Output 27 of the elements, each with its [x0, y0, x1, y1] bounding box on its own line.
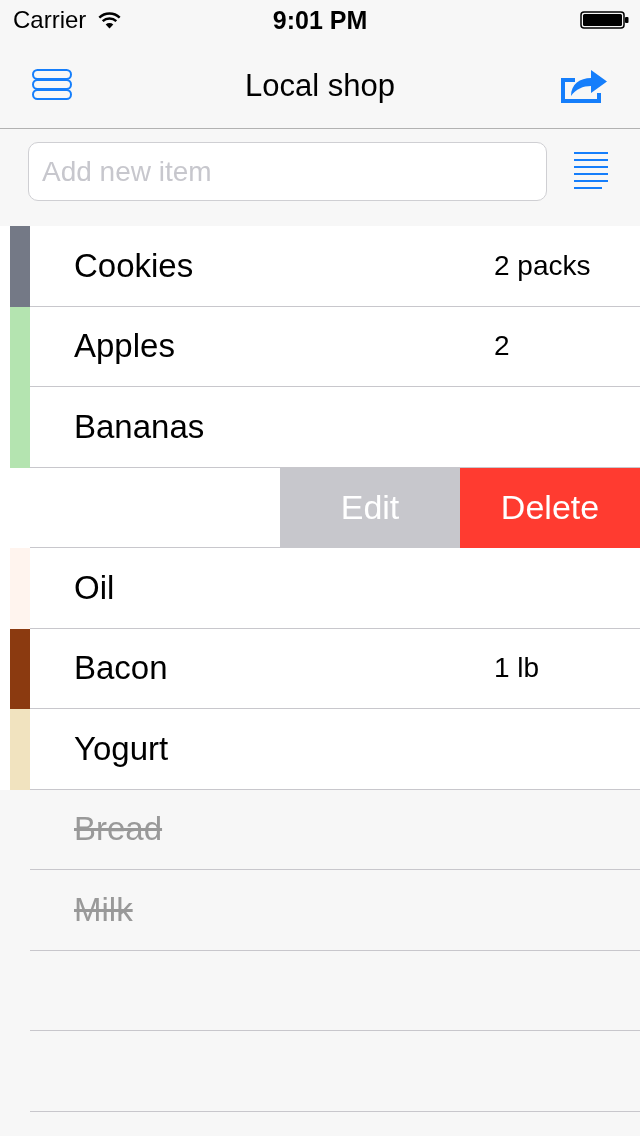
item-name: Bananas	[74, 406, 206, 447]
menu-icon[interactable]	[32, 68, 72, 100]
list-row[interactable]: Apples 2	[0, 306, 640, 387]
carrier-name: Carrier	[13, 6, 87, 34]
list-row[interactable]: Oil	[0, 548, 640, 629]
item-name: Apples	[74, 326, 176, 367]
list-row[interactable]: Bacon 1 lb	[0, 628, 640, 709]
item-name: Bacon	[74, 648, 169, 689]
battery-icon	[580, 11, 629, 29]
item-name: Milk	[74, 889, 133, 930]
new-item-field[interactable]: Add new item	[28, 142, 547, 201]
delete-button[interactable]: Delete	[460, 467, 640, 548]
screen-title: Local shop	[245, 68, 395, 104]
item-name: Cookies	[74, 245, 195, 286]
list-row[interactable]: Cookies 2 packs	[0, 226, 640, 307]
lines-icon[interactable]	[574, 152, 608, 189]
list-row[interactable]: Yogurt	[0, 709, 640, 790]
status-time: 9:01 PM	[272, 6, 368, 34]
item-quantity: 2 packs	[494, 249, 591, 281]
item-name: Bread	[74, 809, 163, 850]
item-name: Yogurt	[74, 728, 170, 769]
list-row[interactable]: Bananas	[0, 387, 640, 468]
item-name: Oil	[74, 567, 116, 608]
list-row[interactable]: Edit Delete	[0, 467, 640, 548]
item-quantity: 1 lb	[494, 652, 540, 684]
item-quantity: 2	[494, 330, 510, 362]
wifi-icon	[97, 11, 123, 29]
